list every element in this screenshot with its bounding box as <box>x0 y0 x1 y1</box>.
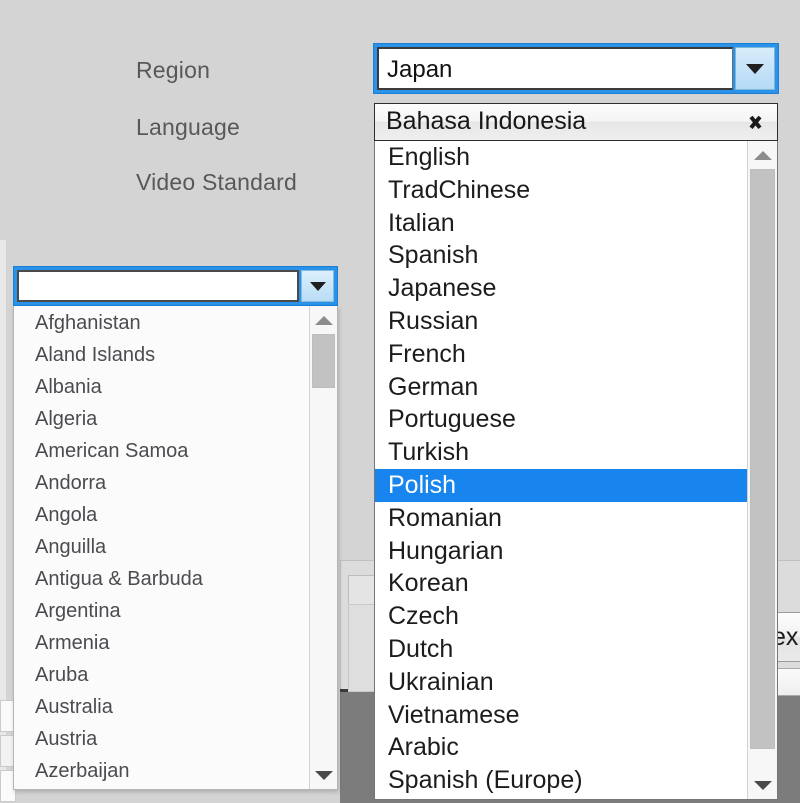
country-option[interactable]: Algeria <box>14 403 309 435</box>
language-option[interactable]: Spanish (Europe) <box>375 764 747 797</box>
country-option[interactable]: Albania <box>14 371 309 403</box>
region-combobox[interactable]: Japan <box>373 43 779 94</box>
language-scroll-down-button[interactable] <box>748 774 777 796</box>
language-option[interactable]: Turkish <box>375 436 747 469</box>
country-option[interactable]: Andorra <box>14 467 309 499</box>
language-option[interactable]: French <box>375 338 747 371</box>
language-option[interactable]: Japanese <box>375 272 747 305</box>
country-option[interactable]: Argentina <box>14 595 309 627</box>
chevron-down-icon <box>747 114 764 131</box>
language-option[interactable]: Portuguese <box>375 403 747 436</box>
scroll-up-arrow-icon <box>315 316 333 325</box>
country-option[interactable]: Australia <box>14 691 309 723</box>
country-option[interactable]: Angola <box>14 499 309 531</box>
region-dropdown-button[interactable] <box>735 47 775 90</box>
language-option[interactable]: Czech <box>375 600 747 633</box>
language-option[interactable]: English <box>375 141 747 174</box>
language-scroll-up-button[interactable] <box>748 144 777 166</box>
country-scroll-up-button[interactable] <box>310 309 337 331</box>
language-list-scrollbar[interactable] <box>747 141 777 799</box>
country-option[interactable]: Austria <box>14 723 309 755</box>
country-option[interactable]: Aland Islands <box>14 339 309 371</box>
language-option[interactable]: Spanish <box>375 239 747 272</box>
country-options-container: AfghanistanAland IslandsAlbaniaAlgeriaAm… <box>14 306 309 789</box>
language-label: Language <box>136 114 240 141</box>
language-listbox[interactable]: EnglishTradChineseItalianSpanishJapanese… <box>374 141 778 800</box>
language-option[interactable]: Italian <box>375 207 747 240</box>
country-input[interactable] <box>17 270 299 302</box>
scroll-down-arrow-icon <box>315 771 333 780</box>
region-label: Region <box>136 57 210 84</box>
country-option[interactable]: Aruba <box>14 659 309 691</box>
language-option[interactable]: Romanian <box>375 502 747 535</box>
language-combobox[interactable]: Bahasa Indonesia <box>374 103 778 141</box>
country-scrollbar-thumb[interactable] <box>312 334 335 388</box>
scroll-up-arrow-icon <box>754 151 772 160</box>
language-options-container: EnglishTradChineseItalianSpanishJapanese… <box>375 141 747 799</box>
language-option[interactable]: Vietnamese <box>375 699 747 732</box>
country-scroll-down-button[interactable] <box>310 764 337 786</box>
country-list-scrollbar[interactable] <box>309 306 337 789</box>
language-option[interactable]: Korean <box>375 567 747 600</box>
country-option[interactable]: Armenia <box>14 627 309 659</box>
language-option[interactable]: Ukrainian <box>375 666 747 699</box>
video-standard-label: Video Standard <box>136 169 297 196</box>
language-option[interactable]: German <box>375 371 747 404</box>
language-option[interactable]: TradChinese <box>375 174 747 207</box>
country-option[interactable]: Antigua & Barbuda <box>14 563 309 595</box>
language-option[interactable]: Russian <box>375 305 747 338</box>
language-option[interactable]: Arabic <box>375 731 747 764</box>
scroll-down-arrow-icon <box>754 781 772 790</box>
language-option[interactable]: Polish <box>375 469 747 502</box>
language-option[interactable]: Dutch <box>375 633 747 666</box>
language-selected-value: Bahasa Indonesia <box>386 109 747 136</box>
language-scrollbar-thumb[interactable] <box>750 169 775 749</box>
country-dropdown-button[interactable] <box>301 270 334 302</box>
country-listbox[interactable]: AfghanistanAland IslandsAlbaniaAlgeriaAm… <box>13 306 338 790</box>
region-input[interactable]: Japan <box>377 47 733 90</box>
triangle-down-icon <box>310 282 326 291</box>
country-combobox[interactable] <box>13 266 338 306</box>
language-option[interactable]: Hungarian <box>375 535 747 568</box>
triangle-down-icon <box>746 64 764 74</box>
country-option[interactable]: Afghanistan <box>14 307 309 339</box>
country-option[interactable]: Anguilla <box>14 531 309 563</box>
country-option[interactable]: Azerbaijan <box>14 755 309 787</box>
country-option[interactable]: American Samoa <box>14 435 309 467</box>
